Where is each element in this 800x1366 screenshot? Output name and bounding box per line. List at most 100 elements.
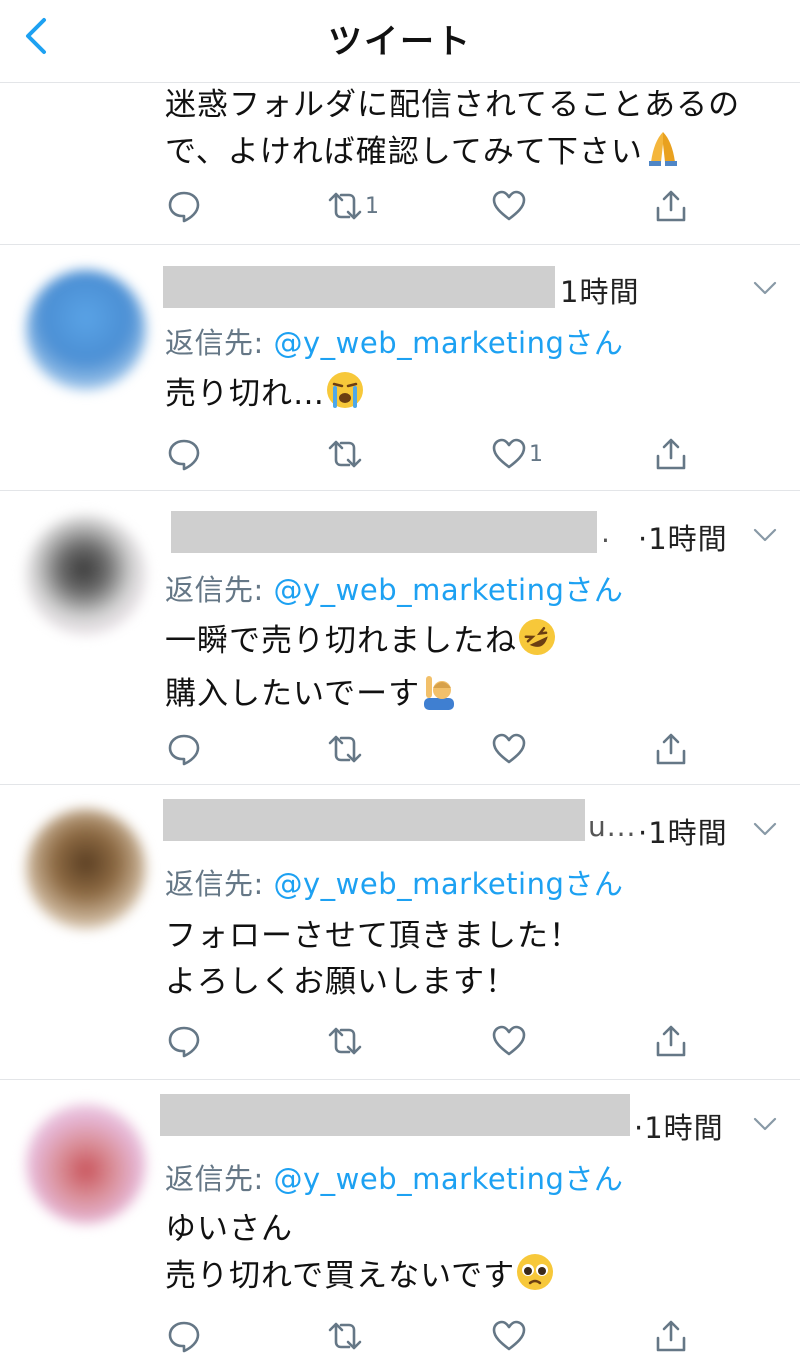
retweet-icon (328, 192, 362, 220)
heart-icon (492, 733, 526, 764)
reply-text: ゆいさん 売り切れで買えないです (165, 1206, 555, 1305)
reply-handle-suffix: さん (564, 1162, 624, 1196)
reply-button[interactable] (166, 186, 202, 226)
reply-handle-link[interactable]: @y_web_marketing (274, 573, 565, 607)
chevron-down-icon[interactable] (752, 821, 778, 837)
reply-handle-suffix: さん (564, 867, 624, 901)
chevron-down-icon[interactable] (752, 527, 778, 543)
username-suffix: u... (588, 810, 637, 843)
tweet-actions (0, 729, 800, 769)
reply-handle-suffix: さん (564, 326, 624, 360)
tweet-actions: 1 (0, 434, 800, 474)
heart-icon (492, 190, 526, 221)
redacted-username (163, 266, 555, 308)
timestamp: ·1時間 (634, 1111, 724, 1145)
reply-to-line: 返信先: @y_web_marketingさん (165, 320, 623, 362)
chevron-down-icon[interactable] (752, 1116, 778, 1132)
heart-icon (492, 1320, 526, 1351)
like-button[interactable]: 1 (491, 434, 543, 474)
share-button[interactable] (653, 186, 689, 226)
retweet-count: 1 (365, 193, 379, 219)
reply-icon (168, 439, 200, 471)
tweet-actions: 1 (0, 186, 800, 226)
chevron-down-icon[interactable] (752, 280, 778, 296)
reply-handle-link[interactable]: @y_web_marketing (274, 867, 565, 901)
like-count: 1 (529, 441, 543, 467)
retweet-button[interactable] (327, 1021, 363, 1061)
reply-line: 購入したいでーす (165, 676, 421, 712)
redacted-username (160, 1094, 630, 1136)
like-button[interactable] (491, 1316, 527, 1356)
share-icon (656, 1025, 686, 1057)
raising-hand-person-icon (420, 670, 460, 723)
reply-to-line: 返信先: @y_web_marketingさん (165, 861, 623, 903)
share-button[interactable] (653, 729, 689, 769)
page-title: ツイート (328, 22, 472, 62)
redacted-username (163, 799, 585, 841)
reply-button[interactable] (166, 729, 202, 769)
reply-to-line: 返信先: @y_web_marketingさん (165, 567, 623, 609)
redacted-username (171, 511, 597, 553)
rolling-laughing-face-icon (517, 617, 557, 670)
reply-tweet[interactable]: . ·1時間 返信先: @y_web_marketingさん 一瞬で売り切れまし… (0, 491, 800, 785)
reply-to-prefix: 返信先: (165, 573, 274, 607)
reply-to-line: 返信先: @y_web_marketingさん (165, 1156, 623, 1198)
reply-button[interactable] (166, 1021, 202, 1061)
reply-handle-suffix: さん (564, 573, 624, 607)
reply-button[interactable] (166, 434, 202, 474)
like-button[interactable] (491, 186, 527, 226)
retweet-icon (328, 440, 362, 468)
folded-hands-icon (643, 128, 683, 181)
reply-handle-link[interactable]: @y_web_marketing (274, 326, 565, 360)
retweet-icon (328, 1322, 362, 1350)
retweet-button[interactable] (327, 434, 363, 474)
retweet-button[interactable] (327, 729, 363, 769)
reply-line: よろしくお願いします！ (165, 964, 517, 1000)
avatar[interactable] (26, 270, 146, 390)
tweet-actions (0, 1021, 800, 1061)
retweet-icon (328, 1027, 362, 1055)
reply-line: ゆいさん (165, 1211, 293, 1247)
timestamp: ·1時間 (638, 522, 728, 556)
tweet-line: で、よければ確認してみて下さい (165, 134, 643, 170)
reply-line: 売り切れ… (165, 376, 325, 412)
reply-button[interactable] (166, 1316, 202, 1356)
reply-text: 一瞬で売り切れましたね 購入したいでーす (165, 617, 557, 723)
reply-tweet[interactable]: 1時間 返信先: @y_web_marketingさん 売り切れ… 1 (0, 244, 800, 491)
reply-tweet[interactable]: ·1時間 返信先: @y_web_marketingさん ゆいさん 売り切れで買… (0, 1080, 800, 1366)
reply-text: 売り切れ… (165, 370, 365, 423)
timestamp: 1時間 (560, 275, 640, 309)
share-button[interactable] (653, 1316, 689, 1356)
heart-icon (492, 438, 526, 469)
reply-text: フォローさせて頂きました！ よろしくお願いします！ (165, 913, 581, 1005)
share-button[interactable] (653, 1021, 689, 1061)
avatar[interactable] (26, 515, 146, 635)
reply-tweet[interactable]: u... ·1時間 返信先: @y_web_marketingさん フォローさせ… (0, 785, 800, 1080)
reply-icon (168, 191, 200, 223)
like-button[interactable] (491, 1021, 527, 1061)
loudly-crying-face-icon (325, 370, 365, 423)
tweet-actions (0, 1316, 800, 1356)
reply-line: 一瞬で売り切れましたね (165, 623, 517, 659)
retweet-icon (328, 735, 362, 763)
tweet-line: 迷惑フォルダに配信されてることあるの (165, 87, 741, 123)
heart-icon (492, 1025, 526, 1056)
like-button[interactable] (491, 729, 527, 769)
reply-to-prefix: 返信先: (165, 1162, 274, 1196)
reply-line: フォローさせて頂きました！ (165, 918, 581, 954)
share-icon (656, 190, 686, 222)
tweet-text: 迷惑フォルダに配信されてることあるの で、よければ確認してみて下さい (165, 82, 740, 181)
retweet-button[interactable] (327, 1316, 363, 1356)
retweet-button[interactable]: 1 (327, 186, 379, 226)
reply-handle-link[interactable]: @y_web_marketing (274, 1162, 565, 1196)
avatar[interactable] (26, 809, 146, 929)
reply-icon (168, 1026, 200, 1058)
share-icon (656, 733, 686, 765)
reply-icon (168, 1321, 200, 1353)
avatar[interactable] (26, 1104, 146, 1224)
share-button[interactable] (653, 434, 689, 474)
timestamp: ·1時間 (638, 816, 728, 850)
reply-icon (168, 734, 200, 766)
reply-to-prefix: 返信先: (165, 867, 274, 901)
main-tweet: 迷惑フォルダに配信されてることあるの で、よければ確認してみて下さい 1 (0, 82, 800, 245)
